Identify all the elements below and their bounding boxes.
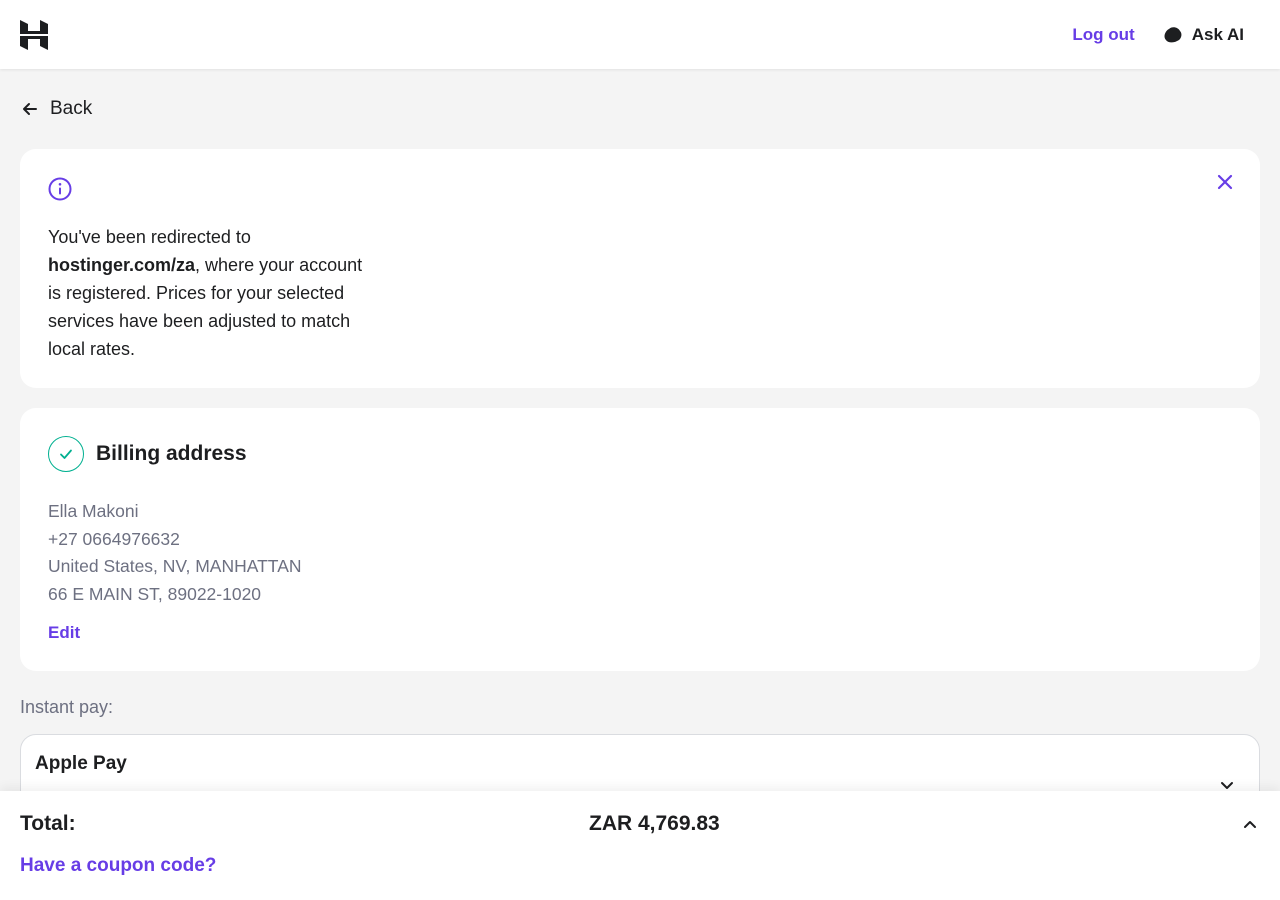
payment-method-name: Apple Pay [35,753,127,774]
ask-ai-label: Ask AI [1191,24,1244,44]
billing-name: Ella Makoni [48,501,139,521]
ai-cloud-icon [1164,26,1182,42]
instant-pay-label: Instant pay: [20,697,114,717]
billing-street: 66 E MAIN ST, 89022-1020 [48,584,262,605]
total-label: Total: [20,812,76,835]
chevron-up-icon[interactable] [1242,817,1258,833]
redirect-notice: You've been redirected to hostinger.com/… [20,149,1260,388]
notice-message: You've been redirected to hostinger.com/… [48,223,378,363]
billing-location: United States, NV, MANHATTAN [48,556,302,577]
checkmark-icon [60,449,72,459]
billing-details: Ella Makoni +27 0664976632 United States… [48,498,1232,609]
edit-billing-link[interactable]: Edit [48,623,80,643]
billing-title: Billing address [96,442,247,465]
back-link[interactable]: Back [20,98,92,120]
billing-phone: +27 0664976632 [48,528,180,549]
top-actions: Log out Ask AI [1072,25,1244,45]
ask-ai-button[interactable]: Ask AI [1163,25,1244,45]
billing-address-card: Billing address Ella Makoni +27 06649766… [20,408,1260,671]
top-bar: Log out Ask AI [0,0,1280,69]
coupon-code-link[interactable]: Have a coupon code? [20,855,216,877]
hostinger-logo-icon[interactable] [20,19,48,50]
arrow-left-icon [23,103,37,115]
order-summary-bar: Total: ZAR 4,769.83 Have a coupon code? [0,791,1280,900]
check-circle-icon [48,436,84,472]
close-icon[interactable] [1216,173,1234,191]
notice-domain: hostinger.com/za [48,255,196,275]
logout-link[interactable]: Log out [1072,25,1134,45]
total-value: ZAR 4,769.83 [589,812,720,835]
notice-text-before: You've been redirected to [48,227,251,247]
info-icon [48,177,72,201]
back-label: Back [50,98,93,119]
billing-header: Billing address [48,436,1232,472]
